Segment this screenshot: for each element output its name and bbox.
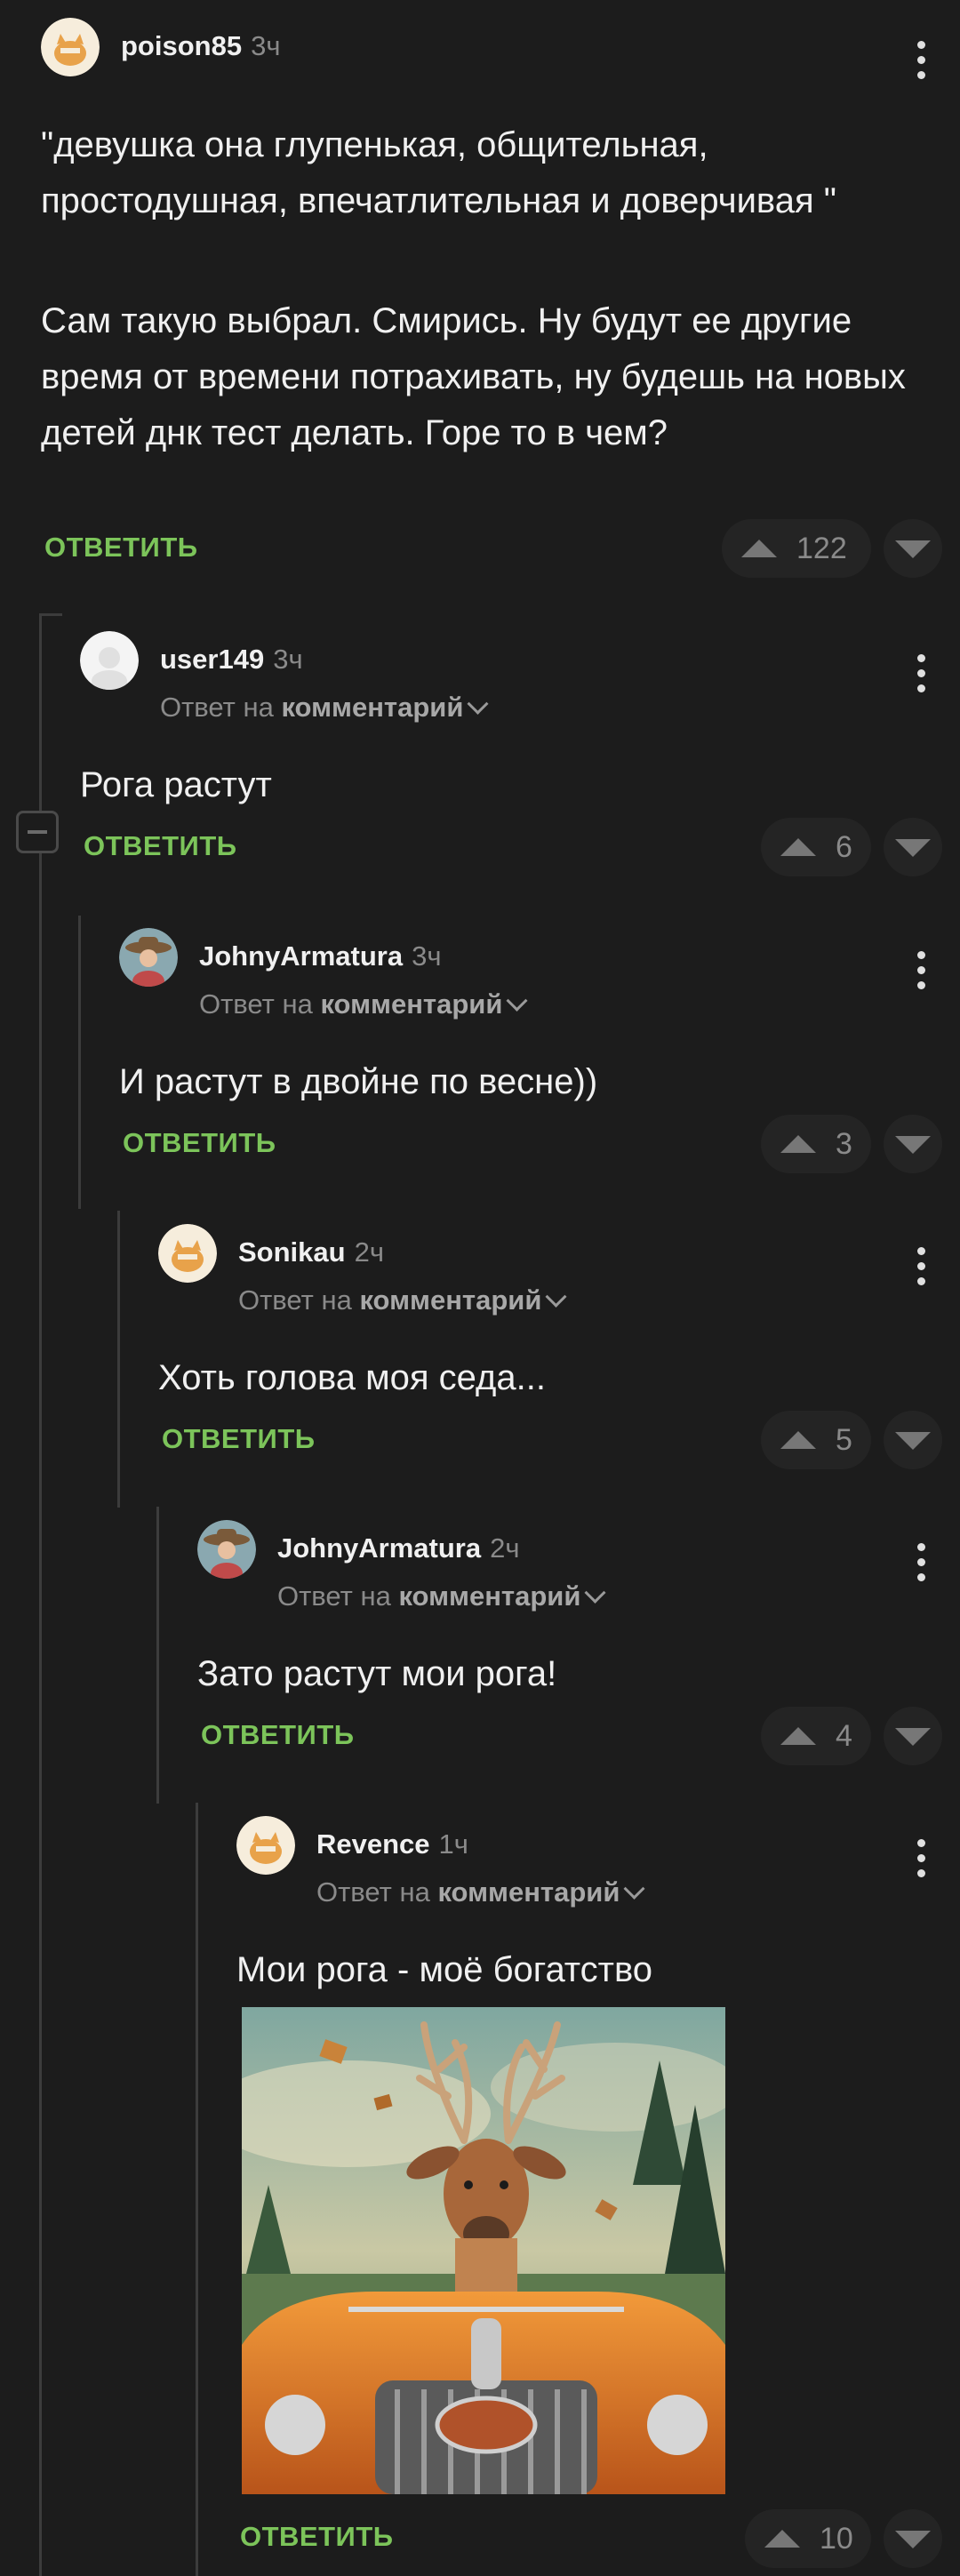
downvote-button[interactable] bbox=[884, 1115, 942, 1173]
arrow-up-icon bbox=[764, 2530, 800, 2548]
vote-count: 10 bbox=[820, 2521, 853, 2556]
avatar[interactable] bbox=[158, 1224, 217, 1283]
comment: JohnyArmatura 2ч Ответ на комментарий Зат… bbox=[197, 1520, 960, 1778]
downvote-button[interactable] bbox=[884, 1411, 942, 1469]
arrow-up-icon bbox=[780, 838, 816, 856]
upvote-button[interactable]: 4 bbox=[761, 1707, 871, 1765]
author-name[interactable]: Revence 1ч bbox=[316, 1828, 468, 1860]
author-name[interactable]: user149 3ч bbox=[160, 644, 303, 676]
chevron-down-icon bbox=[623, 1877, 645, 1900]
comment-text: И растут в двойне по весне)) bbox=[119, 1062, 598, 1101]
comment: poison85 3ч "девушка она глупенькая, общи… bbox=[41, 18, 960, 587]
vote-count: 6 bbox=[836, 829, 852, 864]
thread-line bbox=[156, 1507, 159, 1804]
more-options-icon[interactable] bbox=[917, 1839, 926, 1884]
chevron-down-icon bbox=[506, 989, 528, 1012]
thread-line bbox=[78, 916, 81, 1209]
more-options-icon[interactable] bbox=[917, 951, 926, 996]
reply-button[interactable]: ОТВЕТИТЬ bbox=[201, 1719, 355, 1751]
thread-line bbox=[39, 613, 42, 2576]
downvote-button[interactable] bbox=[884, 818, 942, 876]
comment-time: 3ч bbox=[273, 644, 303, 675]
avatar[interactable] bbox=[236, 1816, 295, 1875]
upvote-button[interactable]: 10 bbox=[745, 2509, 871, 2568]
chevron-down-icon bbox=[545, 1285, 567, 1308]
more-options-icon[interactable] bbox=[917, 1543, 926, 1588]
avatar[interactable] bbox=[119, 928, 178, 987]
vote-count: 122 bbox=[796, 531, 847, 565]
avatar[interactable] bbox=[197, 1520, 256, 1579]
arrow-up-icon bbox=[780, 1727, 816, 1745]
thread-branch bbox=[39, 613, 62, 616]
more-options-icon[interactable] bbox=[917, 41, 926, 86]
reply-to-link[interactable]: Ответ на комментарий bbox=[160, 692, 489, 724]
thread-line bbox=[117, 1211, 120, 1508]
comment-time: 1ч bbox=[438, 1828, 468, 1860]
comment: user149 3ч Ответ на комментарий Рога раст… bbox=[80, 631, 960, 889]
upvote-button[interactable]: 6 bbox=[761, 818, 871, 876]
more-options-icon[interactable] bbox=[917, 1247, 926, 1292]
vote-count: 3 bbox=[836, 1126, 852, 1161]
author-name[interactable]: poison85 3ч bbox=[121, 30, 281, 62]
reply-button[interactable]: ОТВЕТИТЬ bbox=[84, 830, 237, 862]
vote-count: 5 bbox=[836, 1422, 852, 1457]
comment-time: 3ч bbox=[412, 940, 442, 972]
thread-line bbox=[196, 1803, 198, 2576]
collapse-thread-button[interactable] bbox=[16, 811, 59, 853]
reply-to-link[interactable]: Ответ на комментарий bbox=[238, 1284, 567, 1316]
reply-button[interactable]: ОТВЕТИТЬ bbox=[162, 1423, 316, 1455]
downvote-button[interactable] bbox=[884, 519, 942, 578]
more-options-icon[interactable] bbox=[917, 654, 926, 700]
author-name[interactable]: Sonikau 2ч bbox=[238, 1236, 384, 1268]
arrow-up-icon bbox=[780, 1135, 816, 1153]
reply-to-link[interactable]: Ответ на комментарий bbox=[277, 1580, 606, 1612]
reply-to-link[interactable]: Ответ на комментарий bbox=[316, 1876, 645, 1908]
author-name[interactable]: JohnyArmatura 2ч bbox=[277, 1532, 520, 1564]
chevron-down-icon bbox=[467, 692, 489, 715]
comment-text: Сам такую выбрал. Смирись. Ну будут ее д… bbox=[41, 301, 906, 452]
reply-button[interactable]: ОТВЕТИТЬ bbox=[240, 2521, 394, 2553]
comment-text: "девушка она глупенькая, общительная, пр… bbox=[41, 125, 836, 220]
comment-text: Зато растут мои рога! bbox=[197, 1654, 557, 1693]
author-name[interactable]: JohnyArmatura 3ч bbox=[199, 940, 442, 972]
comment-time: 3ч bbox=[251, 30, 281, 61]
upvote-button[interactable]: 122 bbox=[722, 519, 871, 578]
upvote-button[interactable]: 5 bbox=[761, 1411, 871, 1469]
arrow-up-icon bbox=[780, 1431, 816, 1449]
comment-time: 2ч bbox=[354, 1236, 384, 1268]
downvote-button[interactable] bbox=[884, 2509, 942, 2568]
comment: Sonikau 2ч Ответ на комментарий Хоть голо… bbox=[158, 1224, 960, 1482]
vote-count: 4 bbox=[836, 1718, 852, 1753]
reply-button[interactable]: ОТВЕТИТЬ bbox=[123, 1127, 276, 1159]
avatar[interactable] bbox=[41, 18, 100, 76]
comment-text: Хоть голова моя седа... bbox=[158, 1358, 546, 1397]
comment-time: 2ч bbox=[490, 1532, 520, 1564]
arrow-up-icon bbox=[741, 540, 777, 557]
comment-text: Рога растут bbox=[80, 765, 272, 804]
chevron-down-icon bbox=[584, 1581, 606, 1604]
downvote-button[interactable] bbox=[884, 1707, 942, 1765]
comment: JohnyArmatura 3ч Ответ на комментарий И р… bbox=[119, 928, 960, 1186]
comment-text: Мои рога - моё богатство bbox=[236, 1950, 653, 1989]
comment-image[interactable] bbox=[242, 2007, 725, 2494]
comment: Revence 1ч Ответ на комментарий Мои рога … bbox=[236, 1816, 960, 2576]
avatar[interactable] bbox=[80, 631, 139, 690]
upvote-button[interactable]: 3 bbox=[761, 1115, 871, 1173]
reply-to-link[interactable]: Ответ на комментарий bbox=[199, 988, 528, 1020]
reply-button[interactable]: ОТВЕТИТЬ bbox=[44, 532, 198, 564]
